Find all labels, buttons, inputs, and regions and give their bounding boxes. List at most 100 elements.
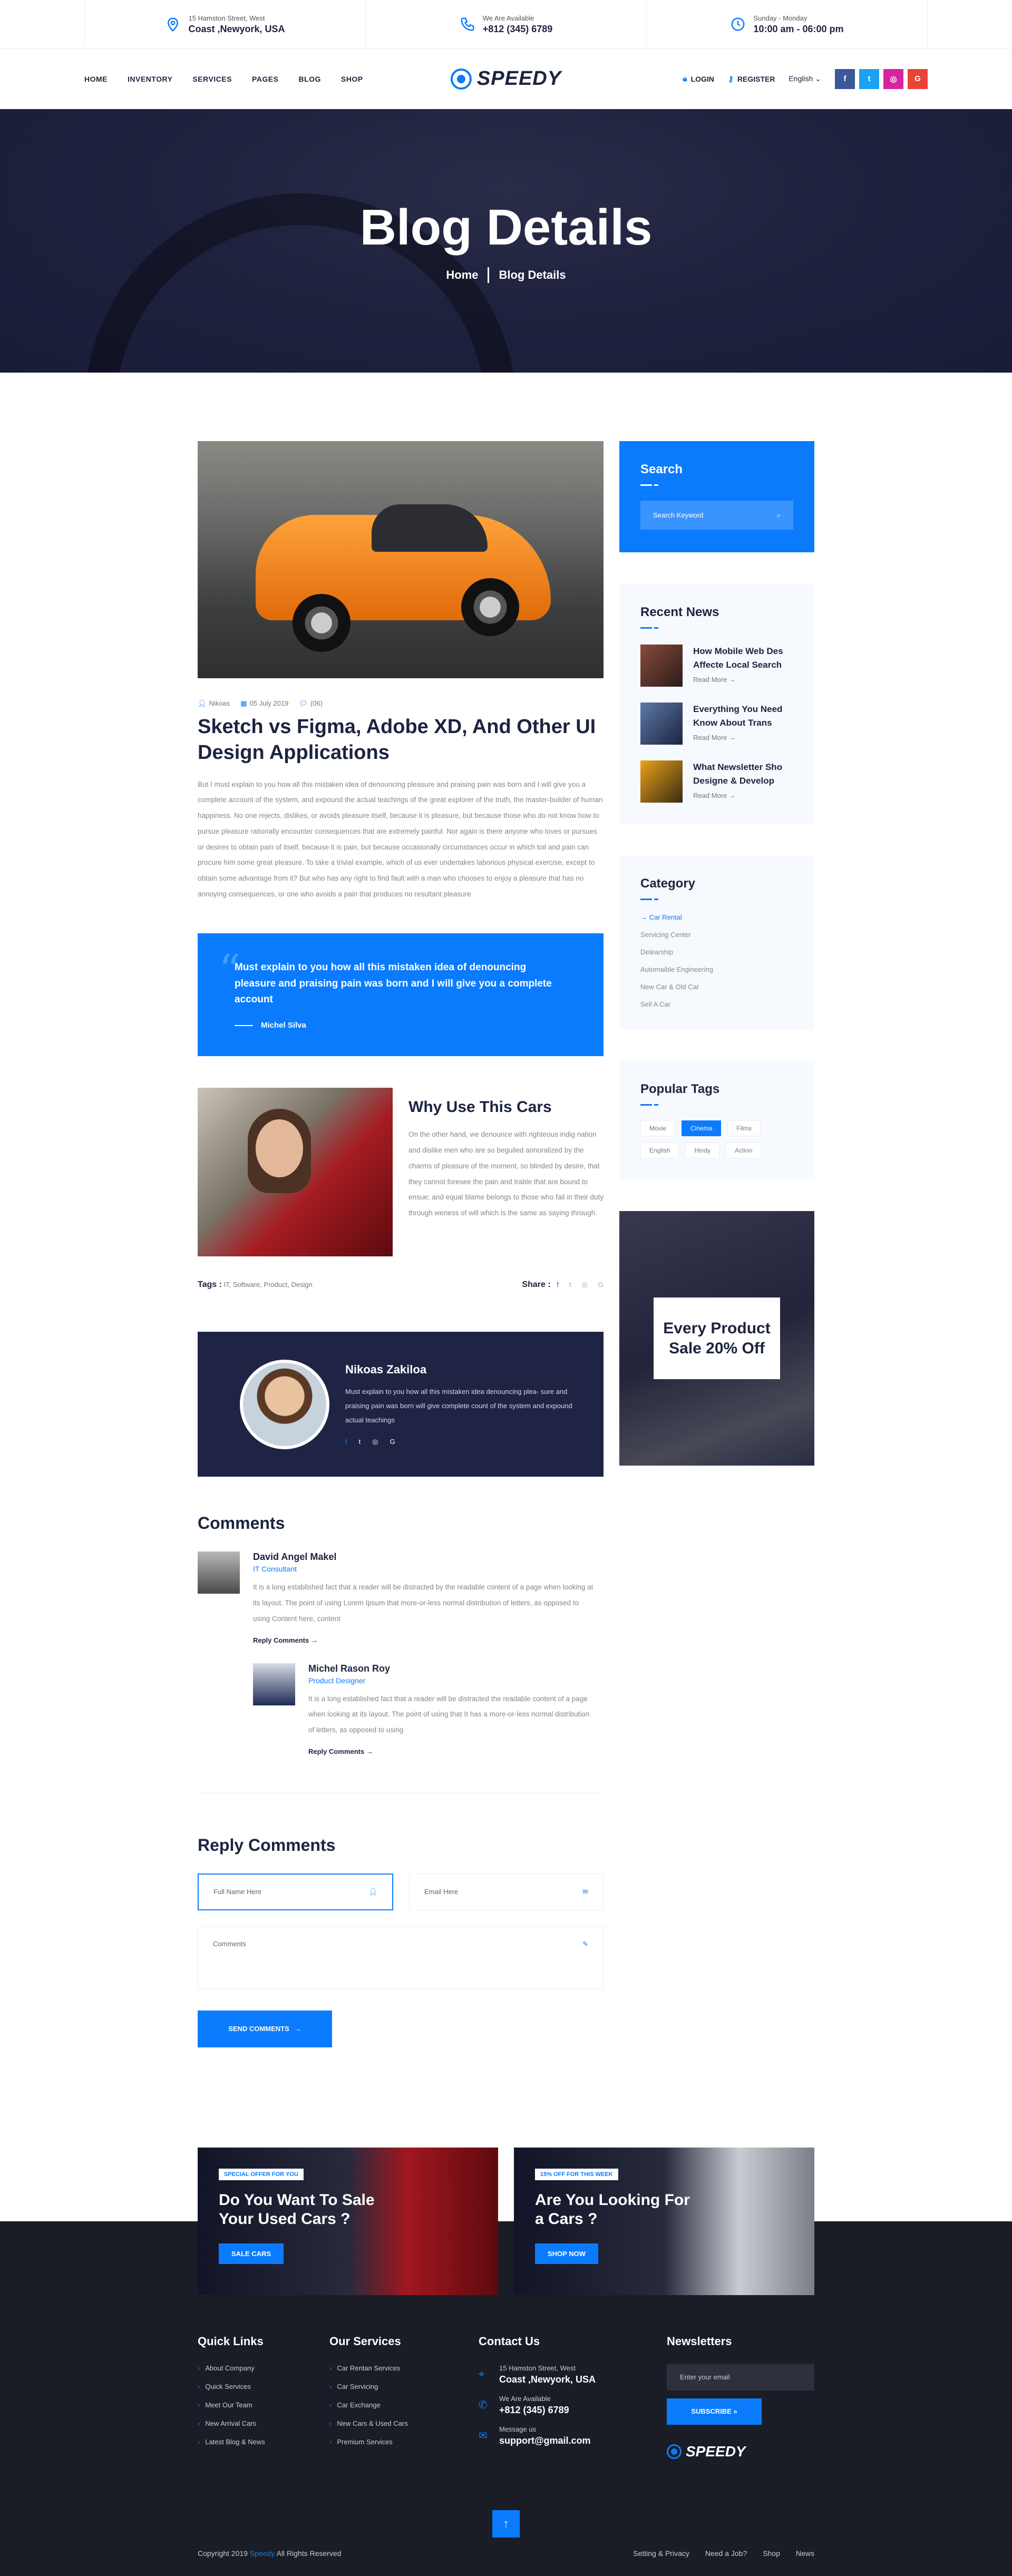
post-comments[interactable]: 💬︎ (06) (299, 699, 323, 708)
blockquote: “ Must explain to you how all this mista… (198, 933, 604, 1057)
reply-comments-link[interactable]: Reply Comments → (253, 1636, 318, 1644)
user-icon: 👤︎ (198, 699, 207, 707)
menu-services[interactable]: SERVICES (192, 75, 232, 83)
google-icon[interactable]: G (908, 69, 928, 89)
woman-face (256, 1119, 303, 1178)
tag[interactable]: Cinema (682, 1120, 722, 1136)
footer-link[interactable]: Car Exchange (329, 2401, 479, 2409)
title-underline (640, 484, 793, 486)
phone-number[interactable]: +812 (345) 6789 (483, 24, 553, 35)
footer-bottom-link[interactable]: Shop (763, 2549, 780, 2558)
footer-link[interactable]: About Company (198, 2364, 329, 2372)
steering-wheel-icon (450, 68, 472, 90)
tag[interactable]: Movie (640, 1120, 676, 1136)
share-google-icon[interactable]: G (598, 1281, 604, 1289)
sidebar: Search Search Keyword ⌕ Recent News How M… (619, 441, 814, 2047)
author-google-icon[interactable]: G (390, 1438, 395, 1446)
footer-link[interactable]: Premium Services (329, 2438, 479, 2446)
search-icon[interactable]: ⌕ (777, 511, 781, 520)
post-author[interactable]: 👤︎ Nikoas (198, 699, 230, 708)
footer-logo[interactable]: SPEEDY (667, 2443, 814, 2460)
read-more-link[interactable]: Read More → (693, 734, 793, 741)
post-tags: Tags : IT, Software, Product, Design (198, 1280, 313, 1290)
newsletter-email-input[interactable]: Enter your email (667, 2364, 814, 2390)
category-item[interactable]: Delearship (640, 948, 793, 956)
author-facebook-icon[interactable]: f (345, 1438, 347, 1446)
comments-textarea[interactable]: Comments ✎ (198, 1926, 604, 1989)
news-item[interactable]: How Mobile Web Des Affecte Local Search R… (640, 645, 793, 687)
footer-link[interactable]: New Cars & Used Cars (329, 2419, 479, 2427)
footer-bottom-link[interactable]: Need a Job? (705, 2549, 747, 2558)
contact-phone[interactable]: +812 (345) 6789 (499, 2405, 569, 2416)
scroll-to-top-button[interactable]: ↑ (492, 2510, 520, 2538)
search-input[interactable]: Search Keyword ⌕ (640, 501, 793, 530)
footer-link[interactable]: Quick Services (198, 2383, 329, 2390)
footer-link[interactable]: Car Rentan Services (329, 2364, 479, 2372)
comment-text: It is a long established fact that a rea… (253, 1583, 593, 1623)
reply-comments-link[interactable]: Reply Comments → (308, 1748, 373, 1755)
category-item[interactable]: New Car & Old Car (640, 983, 793, 991)
footer-link[interactable]: Latest Blog & News (198, 2438, 329, 2446)
breadcrumb-home[interactable]: Home (446, 268, 478, 282)
category-item[interactable]: Servicing Center (640, 931, 793, 939)
login-link[interactable]: 🔒︎ LOGIN (683, 74, 714, 83)
news-item[interactable]: What Newsletter Sho Designe & Develop Rea… (640, 760, 793, 803)
share-twitter-icon[interactable]: t (569, 1281, 571, 1289)
car-window (372, 504, 488, 552)
copyright-brand[interactable]: Speedy (250, 2549, 275, 2558)
address-line2: Coast ,Newyork, USA (188, 23, 285, 34)
contact-email[interactable]: support@gmail.com (499, 2435, 591, 2446)
category-item[interactable]: Automaible Engineering (640, 965, 793, 973)
shop-now-button[interactable]: SHOP NOW (535, 2243, 598, 2264)
menu-pages[interactable]: PAGES (252, 75, 278, 83)
send-comments-button[interactable]: SEND COMMENTS → (198, 2010, 332, 2047)
menu-shop[interactable]: SHOP (341, 75, 363, 83)
full-name-field[interactable]: Full Name Here 👤︎ (198, 1873, 393, 1910)
email-field[interactable]: Email Here ✉ (409, 1873, 604, 1910)
commenter-name: David Angel Makel (253, 1552, 337, 1563)
reply-label: Reply Comments (308, 1747, 365, 1755)
category-item[interactable]: → Car Rental (640, 913, 793, 921)
language-select[interactable]: English ⌄ (789, 74, 821, 83)
breadcrumb: Home Blog Details (446, 267, 566, 283)
subscribe-button[interactable]: SUBSCRIBE » (667, 2398, 762, 2425)
news-item[interactable]: Everything You Need Know About Trans Read… (640, 702, 793, 745)
facebook-icon[interactable]: f (835, 69, 855, 89)
chevron-down-icon: ⌄ (815, 74, 821, 83)
phone-icon: ✆ (479, 2399, 488, 2412)
nav-actions: 🔒︎ LOGIN ⚷ REGISTER English ⌄ f t ◎ G (683, 69, 928, 89)
footer-bottom-link[interactable]: News (796, 2549, 814, 2558)
author-twitter-icon[interactable]: t (359, 1438, 361, 1446)
register-link[interactable]: ⚷ REGISTER (728, 74, 775, 84)
share-instagram-icon[interactable]: ◎ (582, 1281, 588, 1289)
banner-title: Are You Looking For a Cars ? (535, 2191, 690, 2228)
post-author-name: Nikoas (209, 699, 230, 707)
read-more-link[interactable]: Read More → (693, 676, 793, 684)
promo-banner[interactable]: Every Product Sale 20% Off (619, 1211, 814, 1466)
site-logo[interactable]: SPEEDY (450, 67, 561, 90)
footer-link[interactable]: Car Servicing (329, 2383, 479, 2390)
menu-home[interactable]: HOME (84, 75, 108, 83)
tags-list[interactable]: IT, Software, Product, Design (224, 1281, 313, 1289)
menu-inventory[interactable]: INVENTORY (128, 75, 172, 83)
footer-link[interactable]: New Arrival Cars (198, 2419, 329, 2427)
read-more-link[interactable]: Read More → (693, 792, 793, 799)
quote-text: Must explain to you how all this mistake… (235, 962, 552, 1006)
sale-cars-button[interactable]: SALE CARS (219, 2243, 284, 2264)
main-navigation: HOME INVENTORY SERVICES PAGES BLOG SHOP … (0, 48, 1012, 109)
author-instagram-icon[interactable]: ◎ (372, 1438, 378, 1446)
title-underline (640, 1104, 793, 1106)
tag[interactable]: Hindy (685, 1143, 720, 1158)
tag[interactable]: English (640, 1143, 679, 1158)
tag[interactable]: Films (727, 1120, 761, 1136)
menu-blog[interactable]: BLOG (298, 75, 320, 83)
instagram-icon[interactable]: ◎ (883, 69, 903, 89)
footer-bottom-link[interactable]: Setting & Privacy (633, 2549, 689, 2558)
tag[interactable]: Action (726, 1143, 762, 1158)
share-facebook-icon[interactable]: f (557, 1281, 559, 1289)
post-date: ▦ 05 July 2019 (240, 699, 288, 708)
category-item[interactable]: Sell A Car (640, 1000, 793, 1008)
twitter-icon[interactable]: t (859, 69, 879, 89)
footer-link[interactable]: Meet Our Team (198, 2401, 329, 2409)
newsletter-title: Newsletters (667, 2334, 732, 2348)
